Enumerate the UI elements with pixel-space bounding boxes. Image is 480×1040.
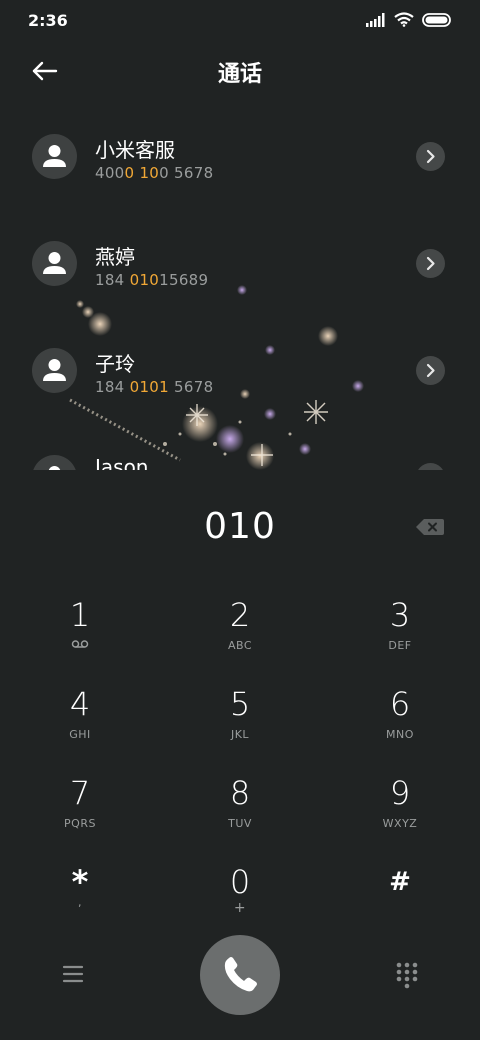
key-letters: JKL <box>230 728 250 741</box>
backspace-icon <box>416 519 444 535</box>
chevron-right-icon <box>426 363 435 378</box>
number-part: 184 <box>95 271 130 289</box>
key-letters <box>10 639 150 652</box>
number-part: 184 <box>95 378 130 396</box>
backspace-button[interactable] <box>415 516 445 538</box>
dialpad-icon <box>396 962 418 989</box>
header: 通话 <box>0 48 480 92</box>
number-match-highlight: 0 <box>124 164 135 182</box>
key-digit: 8 <box>229 774 251 812</box>
dial-display: 010 <box>0 498 480 558</box>
key-letters: DEF <box>388 639 412 652</box>
person-icon <box>43 359 66 381</box>
key-digit: 5 <box>229 685 251 723</box>
bottom-bar <box>0 935 480 1015</box>
key-letters: GHI <box>69 728 91 741</box>
battery-icon <box>422 12 451 27</box>
contact-row-2[interactable]: 子玲 184 0101 5678 <box>0 318 480 424</box>
number-part: 15689 <box>159 271 209 289</box>
wifi-icon <box>394 12 414 27</box>
number-part: 400 <box>95 164 125 182</box>
menu-button[interactable] <box>60 962 86 986</box>
contact-name: 燕婷 <box>95 245 135 269</box>
key-digit: 4 <box>69 685 91 723</box>
chevron-right-icon <box>426 256 435 271</box>
person-icon <box>48 466 61 470</box>
dialpad-toggle-button[interactable] <box>393 961 421 989</box>
number-match-highlight: 0101 <box>129 378 169 396</box>
signal-icon <box>366 12 385 27</box>
key-digit: # <box>389 867 411 897</box>
key-star[interactable]: * , <box>10 852 150 932</box>
contact-detail-button[interactable] <box>416 142 445 171</box>
contact-number: 184 01015689 <box>95 271 208 289</box>
key-5[interactable]: 5 JKL <box>170 674 310 754</box>
contact-list[interactable]: 小米客服 4000 100 5678 燕婷 184 01015689 子玲 18… <box>0 104 480 470</box>
key-4[interactable]: 4 GHI <box>10 674 150 754</box>
key-9[interactable]: 9 WXYZ <box>330 763 470 843</box>
key-8[interactable]: 8 TUV <box>170 763 310 843</box>
status-time: 2:36 <box>28 11 68 30</box>
key-letters: MNO <box>386 728 414 741</box>
contact-detail-button[interactable] <box>416 356 445 385</box>
contact-number: 4000 100 5678 <box>95 164 213 182</box>
contact-row-0[interactable]: 小米客服 4000 100 5678 <box>0 104 480 210</box>
key-7[interactable]: 7 PQRS <box>10 763 150 843</box>
key-letters: PQRS <box>64 817 96 830</box>
avatar <box>32 134 77 179</box>
menu-icon <box>62 965 84 983</box>
key-letters: ABC <box>227 639 253 652</box>
contact-name: 子玲 <box>95 352 135 376</box>
contact-name: Jason <box>95 455 149 470</box>
key-digit: 9 <box>389 774 411 812</box>
person-icon <box>43 252 66 274</box>
avatar <box>32 455 77 470</box>
number-part: 0 5678 <box>159 164 214 182</box>
status-bar: 2:36 <box>0 0 480 40</box>
key-digit: 6 <box>389 685 411 723</box>
person-icon <box>43 145 66 167</box>
contact-row-1[interactable]: 燕婷 184 01015689 <box>0 211 480 317</box>
key-hash[interactable]: # <box>330 852 470 932</box>
key-1[interactable]: 1 <box>10 585 150 665</box>
avatar <box>32 241 77 286</box>
key-digit: 2 <box>229 596 251 634</box>
key-6[interactable]: 6 MNO <box>330 674 470 754</box>
contact-detail-button[interactable] <box>416 463 445 470</box>
key-0[interactable]: 0 + <box>170 852 310 932</box>
voicemail-icon <box>71 640 89 648</box>
key-letters: WXYZ <box>382 817 418 830</box>
contact-name: 小米客服 <box>95 138 175 162</box>
avatar <box>32 348 77 393</box>
number-part: 5678 <box>168 378 214 396</box>
status-icons <box>366 12 452 27</box>
key-digit: 1 <box>69 596 91 634</box>
contact-row-3[interactable]: Jason <box>0 425 480 470</box>
key-digit: 3 <box>389 596 411 634</box>
key-letters: TUV <box>228 817 252 830</box>
contact-detail-button[interactable] <box>416 249 445 278</box>
key-digit: 7 <box>69 774 91 812</box>
dialed-number: 010 <box>204 506 276 547</box>
key-3[interactable]: 3 DEF <box>330 585 470 665</box>
call-button[interactable] <box>200 935 280 1015</box>
key-digit: 0 <box>229 863 251 901</box>
key-letters: , <box>78 896 82 909</box>
chevron-right-icon <box>426 149 435 164</box>
page-title: 通话 <box>217 62 262 87</box>
contact-number: 184 0101 5678 <box>95 378 213 396</box>
phone-icon <box>224 957 257 992</box>
number-match-highlight: 10 <box>139 164 160 182</box>
key-letters: + <box>233 900 247 916</box>
chevron-right-icon <box>416 463 445 470</box>
number-match-highlight: 010 <box>129 271 160 289</box>
key-2[interactable]: 2 ABC <box>170 585 310 665</box>
